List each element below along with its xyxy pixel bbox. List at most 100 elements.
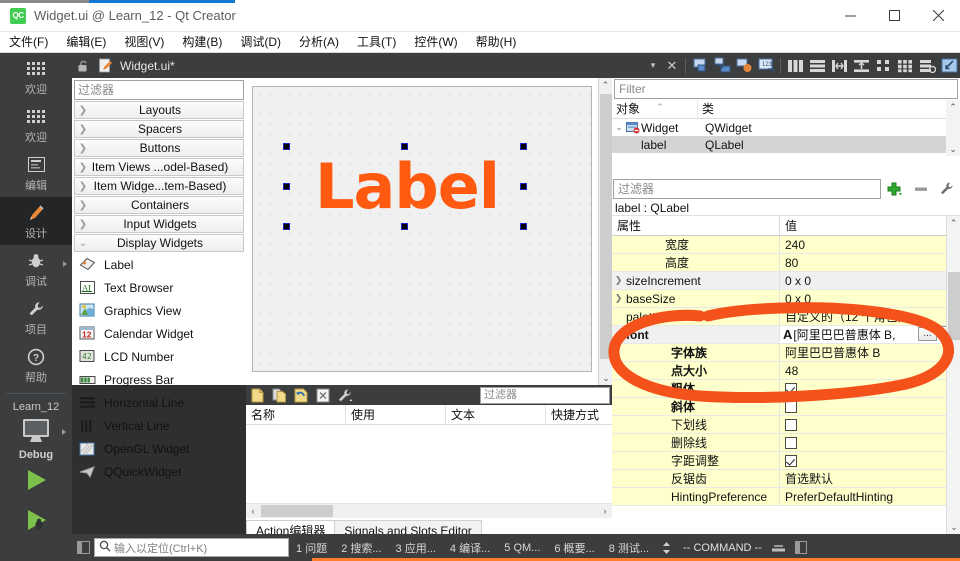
column-value[interactable]: 值	[780, 216, 960, 235]
copy-action-icon[interactable]	[268, 385, 290, 405]
output-panel-icon[interactable]	[790, 541, 812, 554]
mode-welcome-1[interactable]: 欢迎	[0, 53, 72, 101]
widgetbox-item-text-browser[interactable]: AI Text Browser	[72, 276, 246, 299]
widgetbox-item-vertical-line[interactable]: Vertical Line	[72, 414, 246, 437]
resize-handle-middle-left[interactable]	[283, 183, 290, 190]
checkbox-strikeout[interactable]	[785, 436, 797, 449]
form-canvas[interactable]: Label	[252, 86, 592, 372]
widgetbox-item-qquickwidget[interactable]: QQuickWidget	[72, 460, 246, 483]
property-value[interactable]: 首选默认	[780, 470, 960, 487]
chevron-right-icon[interactable]: ❯	[612, 275, 625, 286]
property-row-sizeincrement[interactable]: ❯ sizeIncrement 0 x 0	[612, 272, 960, 290]
resize-handle-top-right[interactable]	[520, 143, 527, 150]
menu-view[interactable]: 视图(V)	[115, 32, 173, 53]
property-row-antialiasing[interactable]: 反锯齿 首选默认	[612, 470, 960, 488]
column-used[interactable]: 使用	[346, 405, 446, 424]
menu-file[interactable]: 文件(F)	[0, 32, 57, 53]
output-pane-qml[interactable]: 5 QM...	[497, 542, 547, 554]
property-row-height[interactable]: 高度 80	[612, 254, 960, 272]
property-value[interactable]: PreferDefaultHinting	[780, 488, 960, 505]
widgetbox-category-display-widgets[interactable]: ⌄ Display Widgets	[74, 234, 244, 252]
property-row-basesize[interactable]: ❯ baseSize 0 x 0	[612, 290, 960, 308]
object-inspector-vertical-scrollbar[interactable]: ⌃ ⌄	[946, 100, 960, 156]
widgetbox-category-item-widgets[interactable]: ❯ Item Widge...tem-Based)	[74, 177, 244, 195]
progress-icon[interactable]	[768, 542, 790, 554]
output-pane-overview[interactable]: 6 概要...	[547, 540, 601, 556]
mode-edit[interactable]: 编辑	[0, 149, 72, 197]
minimize-icon[interactable]	[828, 0, 872, 32]
property-row-point-size[interactable]: 点大小 48	[612, 362, 960, 380]
menu-tools[interactable]: 工具(T)	[348, 32, 405, 53]
widget-box-filter-input[interactable]: 过滤器	[74, 80, 244, 100]
minus-grey-icon[interactable]	[908, 178, 934, 200]
column-property[interactable]: 属性	[612, 216, 780, 235]
chevron-down-icon[interactable]: ⌄	[612, 329, 625, 340]
property-value-font[interactable]: A [阿里巴巴普惠体 B, ... ↰	[780, 326, 960, 343]
widgetbox-category-input-widgets[interactable]: ❯ Input Widgets	[74, 215, 244, 233]
property-row-kerning[interactable]: 字距调整	[612, 452, 960, 470]
configure-action-icon[interactable]	[334, 385, 356, 405]
property-row-underline[interactable]: 下划线	[612, 416, 960, 434]
unlock-icon[interactable]	[72, 59, 94, 73]
property-value[interactable]	[780, 398, 960, 415]
menu-build[interactable]: 构建(B)	[173, 32, 231, 53]
property-value[interactable]: 0 x 0	[780, 290, 960, 307]
widgetbox-item-calendar-widget[interactable]: 12 Calendar Widget	[72, 322, 246, 345]
object-inspector-row-widget[interactable]: ⌄ Widget QWidget	[612, 119, 960, 136]
output-pane-tests[interactable]: 8 测试...	[602, 540, 656, 556]
scrollbar-thumb[interactable]	[948, 272, 960, 340]
checkbox-underline[interactable]	[785, 418, 797, 431]
layout-vertically-icon[interactable]	[806, 55, 828, 77]
kit-selector[interactable]: Debug	[0, 415, 72, 461]
menu-debug[interactable]: 调试(D)	[231, 32, 290, 53]
property-table-vertical-scrollbar[interactable]: ⌃ ⌄	[946, 216, 960, 534]
property-filter-input[interactable]: 过滤器	[613, 179, 881, 199]
widgetbox-item-label[interactable]: Label	[72, 253, 246, 276]
adjust-size-icon[interactable]	[938, 55, 960, 77]
up-down-arrows-icon[interactable]	[656, 541, 677, 555]
mode-debug[interactable]: 调试	[0, 245, 72, 293]
chevron-right-icon[interactable]: ›	[598, 504, 612, 518]
chevron-down-icon[interactable]: ⌄	[947, 520, 960, 534]
edit-tab-order-icon[interactable]: 123	[755, 55, 777, 77]
resize-handle-bottom-center[interactable]	[401, 223, 408, 230]
widgetbox-category-containers[interactable]: ❯ Containers	[74, 196, 244, 214]
property-value[interactable]	[780, 416, 960, 433]
resize-handle-bottom-right[interactable]	[520, 223, 527, 230]
output-pane-issues[interactable]: 1 问题	[289, 540, 334, 556]
locator-input[interactable]: 输入以定位(Ctrl+K)	[94, 538, 289, 557]
column-class[interactable]: 类	[698, 100, 960, 118]
sidebar-toggle-icon[interactable]	[72, 541, 94, 554]
mode-welcome-2[interactable]: 欢迎	[0, 101, 72, 149]
column-object[interactable]: 对象	[612, 100, 698, 118]
object-inspector-row-label[interactable]: label QLabel	[612, 136, 960, 153]
checkbox-italic[interactable]	[785, 400, 797, 413]
property-row-width[interactable]: 宽度 240	[612, 236, 960, 254]
column-shortcut[interactable]: 快捷方式	[546, 405, 612, 424]
paste-action-icon[interactable]	[290, 385, 312, 405]
resize-handle-top-left[interactable]	[283, 143, 290, 150]
edit-signals-slots-icon[interactable]	[711, 55, 733, 77]
chevron-down-icon[interactable]: ⌄	[612, 122, 626, 133]
menu-widgets[interactable]: 控件(W)	[405, 32, 466, 53]
scrollbar-thumb[interactable]	[261, 505, 333, 517]
maximize-icon[interactable]	[872, 0, 916, 32]
action-table-body[interactable]	[246, 425, 612, 503]
column-text[interactable]: 文本	[446, 405, 546, 424]
output-pane-compile[interactable]: 4 编译...	[443, 540, 497, 556]
action-editor-filter-input[interactable]: 过滤器	[480, 387, 610, 404]
menu-edit[interactable]: 编辑(E)	[57, 32, 115, 53]
widgetbox-item-graphics-view[interactable]: Graphics View	[72, 299, 246, 322]
open-document-name[interactable]: Widget.ui*	[116, 59, 175, 73]
output-pane-application[interactable]: 3 应用...	[389, 540, 443, 556]
chevron-down-icon[interactable]: ⌄	[599, 371, 613, 385]
label-widget[interactable]: Label	[287, 147, 527, 227]
checkbox-kerning[interactable]	[785, 454, 797, 467]
edit-buddies-icon[interactable]	[733, 55, 755, 77]
mode-projects[interactable]: 项目	[0, 293, 72, 341]
run-button[interactable]	[0, 461, 72, 501]
property-value[interactable]: 0 x 0	[780, 272, 960, 289]
widgetbox-item-lcd-number[interactable]: 42 LCD Number	[72, 345, 246, 368]
widgetbox-category-layouts[interactable]: ❯ Layouts	[74, 101, 244, 119]
checkbox-bold[interactable]	[785, 382, 797, 395]
